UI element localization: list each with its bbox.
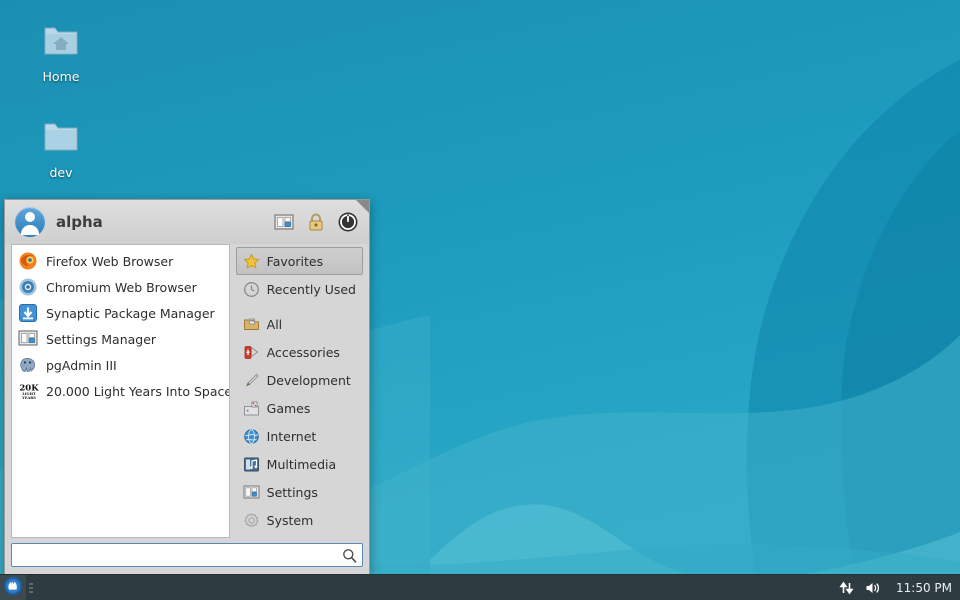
category-item-internet[interactable]: Internet — [236, 422, 363, 450]
speaker-icon[interactable] — [864, 579, 882, 597]
taskbar-panel[interactable]: 11:50 PM — [0, 574, 960, 600]
accessories-icon — [243, 344, 260, 361]
search-box[interactable] — [11, 543, 363, 567]
category-item-multimedia[interactable]: Multimedia — [236, 450, 363, 478]
multimedia-icon — [243, 456, 260, 473]
pgadmin-icon — [18, 355, 38, 375]
category-item-label: Accessories — [266, 344, 340, 360]
xfce-mouse-icon — [3, 576, 23, 600]
home-folder-icon — [37, 20, 85, 62]
folder-icon — [37, 116, 85, 158]
list-item[interactable]: 20K LIGHT YEARS 20.000 Light Years Into … — [12, 378, 229, 404]
list-item[interactable]: Firefox Web Browser — [12, 248, 229, 274]
category-item-label: Recently Used — [266, 281, 356, 297]
category-item-games[interactable]: Games — [236, 394, 363, 422]
star-icon — [243, 252, 260, 270]
list-item-label: Synaptic Package Manager — [46, 305, 215, 321]
menu-header: alpha — [5, 200, 369, 244]
avatar — [15, 207, 45, 237]
list-item-label: Chromium Web Browser — [46, 279, 197, 295]
desktop-icon-dev[interactable]: dev — [19, 116, 103, 181]
category-item-label: Games — [266, 400, 311, 416]
internet-globe-icon — [243, 428, 260, 445]
settings-manager-icon[interactable] — [271, 209, 297, 235]
search-row — [5, 538, 369, 574]
list-item-label: Settings Manager — [46, 331, 157, 347]
category-item-label: Internet — [266, 428, 317, 444]
category-list[interactable]: Favorites Recently Used All Accessories … — [235, 244, 363, 538]
desktop-icon-home[interactable]: Home — [19, 20, 103, 85]
category-item-label: Favorites — [266, 253, 324, 269]
network-updown-icon[interactable] — [838, 579, 856, 597]
window-buttons-area[interactable] — [36, 575, 838, 600]
clock[interactable]: 11:50 PM — [890, 581, 960, 595]
category-item-label: All — [266, 316, 283, 332]
list-item-label: Firefox Web Browser — [46, 253, 174, 269]
resize-grip[interactable] — [356, 200, 369, 213]
category-item-all[interactable]: All — [236, 310, 363, 338]
category-item-development[interactable]: Development — [236, 366, 363, 394]
chromium-icon — [18, 277, 38, 297]
list-item[interactable]: Chromium Web Browser — [12, 274, 229, 300]
list-item[interactable]: pgAdmin III — [12, 352, 229, 378]
menu-body: Firefox Web Browser Chromium Web Browser — [5, 244, 369, 538]
panel-handle[interactable] — [26, 575, 36, 600]
list-item-label: 20.000 Light Years Into Space — [46, 383, 230, 399]
list-item[interactable]: Settings Manager — [12, 326, 229, 352]
favorites-list[interactable]: Firefox Web Browser Chromium Web Browser — [11, 244, 230, 538]
desktop-icon-label: dev — [49, 165, 73, 180]
svg-text:YEARS: YEARS — [21, 396, 36, 400]
desktop-icon-label: Home — [42, 69, 80, 84]
system-gear-icon — [243, 512, 260, 529]
desktop[interactable]: Home dev alpha Firefox Web Browser Chrom… — [0, 0, 960, 600]
search-input[interactable] — [12, 544, 362, 566]
firefox-icon — [18, 251, 38, 271]
lock-icon[interactable] — [303, 209, 329, 235]
settings-manager-icon — [18, 329, 38, 349]
category-item-label: Settings — [266, 484, 318, 500]
username-label: alpha — [56, 213, 103, 231]
games-icon — [243, 400, 260, 417]
category-item-settings[interactable]: Settings — [236, 478, 363, 506]
list-item-label: pgAdmin III — [46, 357, 117, 373]
category-item-favorites[interactable]: Favorites — [235, 247, 363, 275]
settings-icon — [243, 484, 260, 501]
synaptic-icon — [18, 303, 38, 323]
category-item-system[interactable]: System — [236, 506, 363, 534]
category-item-recently-used[interactable]: Recently Used — [236, 275, 363, 303]
category-item-label: Multimedia — [266, 456, 337, 472]
category-item-label: Development — [266, 372, 351, 388]
search-icon[interactable] — [342, 548, 357, 563]
category-item-label: System — [266, 512, 314, 528]
system-tray[interactable] — [838, 579, 890, 597]
applications-other-icon — [243, 316, 260, 333]
applications-launcher-button[interactable] — [0, 574, 26, 600]
20k-light-years-icon: 20K LIGHT YEARS — [18, 381, 40, 401]
category-item-accessories[interactable]: Accessories — [236, 338, 363, 366]
list-item[interactable]: Synaptic Package Manager — [12, 300, 229, 326]
whisker-menu[interactable]: alpha Firefox Web Browser Chromium Web B… — [4, 199, 370, 575]
development-icon — [243, 372, 260, 389]
category-separator — [236, 303, 363, 310]
clock-icon — [243, 281, 260, 298]
